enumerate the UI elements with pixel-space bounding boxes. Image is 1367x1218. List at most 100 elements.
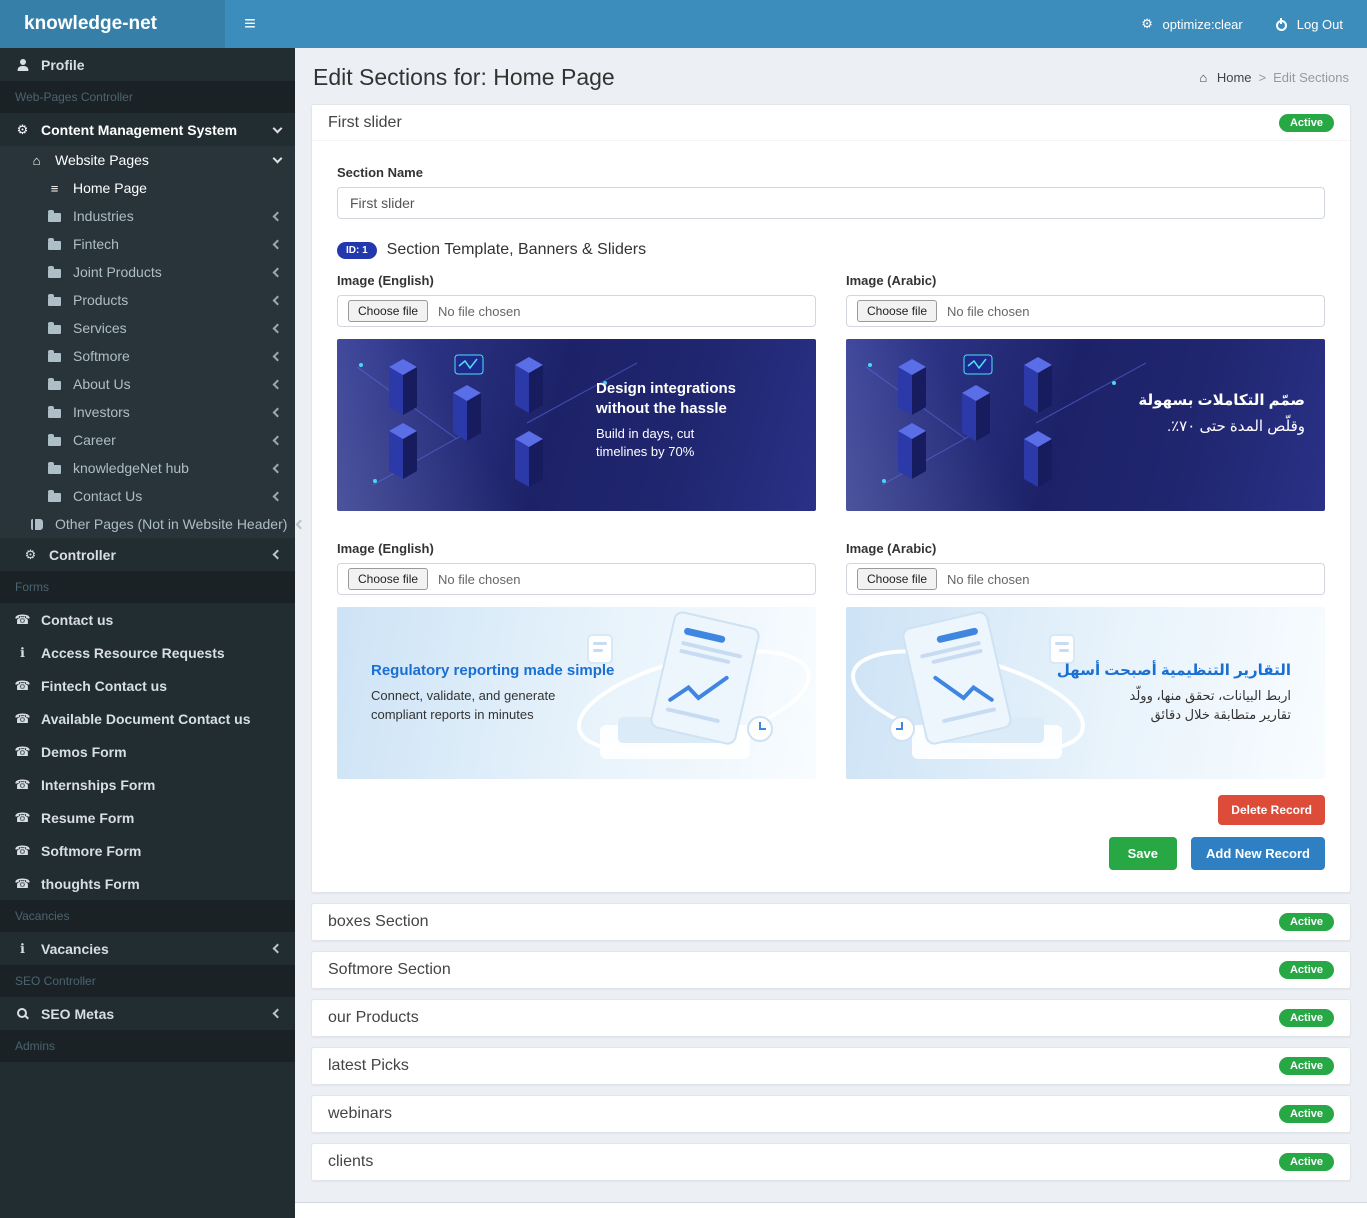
- delete-record-button[interactable]: Delete Record: [1218, 795, 1325, 825]
- sidebar-item-contact-us-page[interactable]: Contact Us: [0, 482, 295, 510]
- file-input-ar-2[interactable]: Choose file No file chosen: [846, 563, 1325, 595]
- slide-caption: Design integrations without the hassle B…: [596, 379, 796, 461]
- gear-icon: ⚙: [22, 547, 39, 563]
- info-icon: ℹ: [14, 645, 31, 661]
- user-icon: [14, 59, 31, 71]
- folder-icon: [46, 323, 63, 334]
- sidebar-item-fintech-contact-us[interactable]: ☎ Fintech Contact us: [0, 669, 295, 702]
- no-file-text: No file chosen: [947, 304, 1029, 319]
- slide-preview-en-1: Design integrations without the hassle B…: [337, 339, 816, 511]
- choose-file-button[interactable]: Choose file: [348, 300, 428, 322]
- section-card-latest-picks[interactable]: latest Picks Active: [311, 1047, 1351, 1085]
- add-new-record-button[interactable]: Add New Record: [1191, 837, 1325, 870]
- editor-card-title: First slider: [328, 114, 402, 132]
- sidebar-section-label-admins: Admins: [0, 1030, 295, 1062]
- folder-icon: [46, 491, 63, 502]
- sidebar-item-thoughts-form[interactable]: ☎ thoughts Form: [0, 867, 295, 900]
- sidebar-section-label-seo: SEO Controller: [0, 965, 295, 997]
- section-card-our-products[interactable]: our Products Active: [311, 999, 1351, 1037]
- sidebar-item-access-resource-requests[interactable]: ℹ Access Resource Requests: [0, 636, 295, 669]
- sidebar-item-other-pages[interactable]: Other Pages (Not in Website Header): [0, 510, 295, 538]
- home-icon: ⌂: [28, 153, 45, 168]
- section-card-title: Softmore Section: [328, 961, 451, 979]
- chevron-left-icon: [273, 351, 283, 361]
- choose-file-button[interactable]: Choose file: [857, 568, 937, 590]
- section-card-softmore-section[interactable]: Softmore Section Active: [311, 951, 1351, 989]
- sidebar-item-cms[interactable]: ⚙ Content Management System: [0, 113, 295, 146]
- main-content: Edit Sections for: Home Page ⌂ Home > Ed…: [295, 48, 1367, 1218]
- no-file-text: No file chosen: [947, 572, 1029, 587]
- choose-file-button[interactable]: Choose file: [857, 300, 937, 322]
- phone-icon: ☎: [14, 810, 31, 826]
- logout-link[interactable]: Log Out: [1273, 17, 1343, 32]
- file-input-en-2[interactable]: Choose file No file chosen: [337, 563, 816, 595]
- section-name-label: Section Name: [337, 165, 1325, 180]
- slide-preview-ar-2: التقارير التنظيمية أصبحت أسهل اربط البيا…: [846, 607, 1325, 779]
- chevron-left-icon: [273, 491, 283, 501]
- chevron-left-icon: [273, 435, 283, 445]
- sidebar-item-industries[interactable]: Industries: [0, 202, 295, 230]
- sidebar-item-joint-products[interactable]: Joint Products: [0, 258, 295, 286]
- phone-icon: ☎: [14, 711, 31, 727]
- section-card-webinars[interactable]: webinars Active: [311, 1095, 1351, 1133]
- sidebar-item-website-pages[interactable]: ⌂ Website Pages: [0, 146, 295, 174]
- sidebar-item-career[interactable]: Career: [0, 426, 295, 454]
- folder-icon: [46, 351, 63, 362]
- sidebar-item-internships-form[interactable]: ☎ Internships Form: [0, 768, 295, 801]
- sidebar-item-softmore[interactable]: Softmore: [0, 342, 295, 370]
- brand-logo[interactable]: knowledge-net: [0, 0, 225, 48]
- sidebar-item-resume-form[interactable]: ☎ Resume Form: [0, 801, 295, 834]
- image-english-label: Image (English): [337, 273, 816, 288]
- chevron-left-icon: [273, 1009, 283, 1019]
- phone-icon: ☎: [14, 843, 31, 859]
- status-badge: Active: [1279, 1057, 1334, 1075]
- file-input-en-1[interactable]: Choose file No file chosen: [337, 295, 816, 327]
- image-cell-ar-2: Image (Arabic) Choose file No file chose…: [846, 529, 1325, 779]
- sidebar-item-investors[interactable]: Investors: [0, 398, 295, 426]
- sidebar-item-vacancies[interactable]: ℹ Vacancies: [0, 932, 295, 965]
- choose-file-button[interactable]: Choose file: [348, 568, 428, 590]
- page-title: Edit Sections for: Home Page: [313, 64, 615, 91]
- section-card-title: latest Picks: [328, 1057, 409, 1075]
- slide-preview-en-2: Regulatory reporting made simple Connect…: [337, 607, 816, 779]
- sidebar-item-seo-metas[interactable]: SEO Metas: [0, 997, 295, 1030]
- section-card-title: our Products: [328, 1009, 419, 1027]
- book-icon: [28, 519, 45, 530]
- sidebar-item-controller[interactable]: ⚙ Controller: [0, 538, 295, 571]
- section-card-clients[interactable]: clients Active: [311, 1143, 1351, 1181]
- sidebar-item-contact-us-form[interactable]: ☎ Contact us: [0, 603, 295, 636]
- sidebar-item-products[interactable]: Products: [0, 286, 295, 314]
- sidebar-item-about-us[interactable]: About Us: [0, 370, 295, 398]
- sidebar-item-demos-form[interactable]: ☎ Demos Form: [0, 735, 295, 768]
- phone-icon: ☎: [14, 678, 31, 694]
- chevron-left-icon: [273, 267, 283, 277]
- image-cell-en-1: Image (English) Choose file No file chos…: [337, 261, 816, 511]
- power-icon: [1273, 18, 1290, 31]
- sidebar-item-profile[interactable]: Profile: [0, 48, 295, 81]
- breadcrumb-home-link[interactable]: ⌂ Home: [1195, 70, 1252, 85]
- optimize-clear-link[interactable]: ⚙ optimize:clear: [1139, 16, 1243, 32]
- sidebar-item-services[interactable]: Services: [0, 314, 295, 342]
- logout-label: Log Out: [1297, 17, 1343, 32]
- hamburger-menu-icon[interactable]: ≡: [225, 0, 275, 48]
- sidebar-item-knowledgenet-hub[interactable]: knowledgeNet hub: [0, 454, 295, 482]
- section-name-input[interactable]: [337, 187, 1325, 219]
- phone-icon: ☎: [14, 744, 31, 760]
- save-button[interactable]: Save: [1109, 837, 1177, 870]
- chevron-left-icon: [273, 407, 283, 417]
- section-card-boxes-section[interactable]: boxes Section Active: [311, 903, 1351, 941]
- sidebar-item-available-document-contact-us[interactable]: ☎ Available Document Contact us: [0, 702, 295, 735]
- optimize-clear-label: optimize:clear: [1163, 17, 1243, 32]
- file-input-ar-1[interactable]: Choose file No file chosen: [846, 295, 1325, 327]
- image-arabic-label: Image (Arabic): [846, 273, 1325, 288]
- sidebar-item-home-page[interactable]: ≡ Home Page: [0, 174, 295, 202]
- sidebar-item-fintech[interactable]: Fintech: [0, 230, 295, 258]
- editor-card-header[interactable]: First slider Active: [312, 105, 1350, 141]
- slide-caption: التقارير التنظيمية أصبحت أسهل اربط البيا…: [1057, 661, 1291, 725]
- sidebar-item-softmore-form[interactable]: ☎ Softmore Form: [0, 834, 295, 867]
- image-arabic-label: Image (Arabic): [846, 541, 1325, 556]
- folder-icon: [46, 379, 63, 390]
- section-editor-card: First slider Active Section Name ID: 1 S…: [311, 104, 1351, 893]
- sidebar-section-label-vacancies: Vacancies: [0, 900, 295, 932]
- no-file-text: No file chosen: [438, 572, 520, 587]
